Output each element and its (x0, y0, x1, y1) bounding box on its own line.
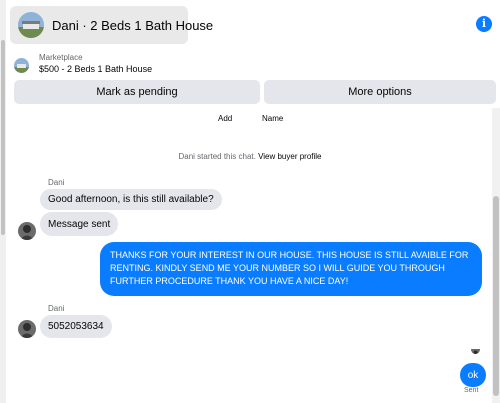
marketplace-label: Marketplace (39, 53, 83, 62)
outgoing-message[interactable]: ok (460, 363, 486, 387)
chat-scrollbar-thumb[interactable] (493, 196, 499, 396)
outgoing-message[interactable]: THANKS FOR YOUR INTEREST IN OUR HOUSE. T… (100, 242, 482, 296)
info-icon[interactable]: i (476, 16, 492, 32)
page-scrollbar[interactable] (0, 0, 6, 403)
incoming-message[interactable]: Message sent (40, 212, 119, 236)
buyer-avatar[interactable] (18, 222, 36, 240)
sender-name: Dani (48, 304, 65, 313)
more-options-button[interactable]: More options (264, 80, 496, 104)
listing-thumbnail (14, 58, 29, 73)
read-receipt-avatar (471, 345, 480, 354)
incoming-message[interactable]: 5052053634 (40, 315, 112, 338)
sender-name: Dani (48, 178, 65, 187)
sent-status: Sent (464, 387, 479, 394)
chat-started-text: Dani started this chat. (178, 152, 259, 161)
add-label[interactable]: Add (218, 114, 232, 123)
mark-as-pending-button[interactable]: Mark as pending (14, 80, 260, 104)
listing-price-title: $500 - 2 Beds 1 Bath House (39, 64, 153, 74)
buyer-avatar[interactable] (18, 320, 36, 338)
conversation-header[interactable]: Dani · 2 Beds 1 Bath House (10, 6, 213, 44)
view-buyer-profile-link[interactable]: View buyer profile (258, 152, 321, 161)
name-label[interactable]: Name (262, 114, 283, 123)
listing-avatar (18, 12, 44, 38)
page-scrollbar-thumb[interactable] (1, 40, 5, 235)
conversation-title: Dani · 2 Beds 1 Bath House (52, 17, 214, 33)
chat-started-notice: Dani started this chat. View buyer profi… (0, 152, 500, 161)
incoming-message[interactable]: Good afternoon, is this still available? (40, 189, 222, 210)
listing-summary[interactable]: Marketplace $500 - 2 Beds 1 Bath House (14, 52, 152, 76)
